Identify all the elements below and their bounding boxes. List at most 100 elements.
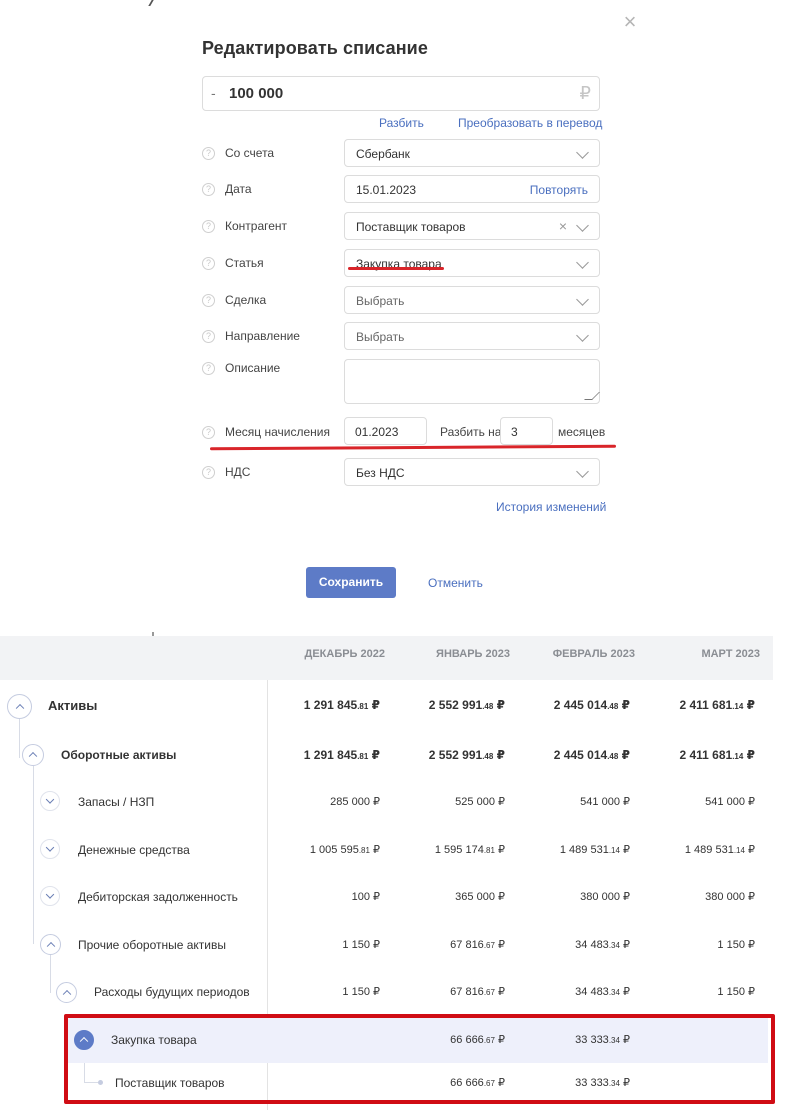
accrual-month-value: 01.2023 [355, 425, 399, 439]
account-select[interactable]: Сбербанк [344, 139, 600, 167]
cell-value: 34 483.34 ₽ [575, 986, 630, 998]
row-label: Денежные средства [78, 843, 190, 857]
help-icon[interactable]: ? [202, 425, 215, 439]
expand-icon[interactable] [40, 791, 60, 811]
cell-value: 67 816.67 ₽ [450, 939, 505, 951]
corner-mark [148, 0, 160, 6]
vat-label: НДС [225, 465, 251, 479]
accrual-month-input[interactable]: 01.2023 [344, 417, 427, 445]
cell-value: 1 489 531.14 ₽ [684, 844, 755, 856]
help-icon[interactable]: ? [202, 146, 215, 160]
cancel-button[interactable]: Отменить [428, 576, 483, 590]
cell-value: 285 000 ₽ [330, 796, 380, 808]
repeat-link[interactable]: Повторять [530, 183, 588, 197]
table-row[interactable]: Активы 1 291 845.81 ₽ 2 552 991.48 ₽ 2 4… [0, 683, 773, 727]
cell-value: 365 000 ₽ [455, 891, 505, 903]
cell-value: 380 000 ₽ [580, 891, 630, 903]
convert-to-transfer-link[interactable]: Преобразовать в перевод [458, 116, 602, 130]
row-label: Прочие оборотные активы [78, 938, 226, 952]
cell-value: 2 552 991.48 ₽ [428, 748, 505, 762]
chevron-down-icon [576, 465, 589, 478]
deal-placeholder: Выбрать [356, 294, 405, 308]
accrual-label: Месяц начисления [225, 425, 331, 439]
deal-label: Сделка [225, 293, 267, 307]
expand-icon[interactable] [40, 886, 60, 906]
close-icon[interactable]: × [620, 11, 640, 33]
date-label: Дата [225, 182, 252, 196]
cell-value: 67 816.67 ₽ [450, 986, 505, 998]
table-header [0, 636, 773, 680]
column-header: ДЕКАБРЬ 2022 [304, 648, 385, 660]
row-label: Расходы будущих периодов [94, 985, 250, 999]
help-icon[interactable]: ? [202, 361, 215, 375]
counterparty-select[interactable]: Поставщик товаров × [344, 212, 600, 240]
table-row[interactable]: Дебиторская задолженность 100 ₽ 365 000 … [0, 875, 773, 919]
column-header: МАРТ 2023 [701, 648, 760, 660]
expand-icon[interactable] [40, 839, 60, 859]
description-textarea[interactable] [344, 359, 600, 404]
deal-label-row: ? Сделка [202, 292, 266, 308]
article-select[interactable]: Закупка товара [344, 249, 600, 277]
date-input[interactable]: 15.01.2023 Повторять [344, 175, 600, 203]
split-months-value: 3 [511, 425, 518, 439]
row-label: Оборотные активы [61, 748, 177, 762]
counterparty-value: Поставщик товаров [356, 220, 466, 234]
cell-value: 2 552 991.48 ₽ [428, 698, 505, 712]
table-row[interactable]: Запасы / НЗП 285 000 ₽ 525 000 ₽ 541 000… [0, 780, 773, 824]
column-header: ФЕВРАЛЬ 2023 [552, 648, 635, 660]
resize-handle-icon[interactable] [584, 392, 600, 400]
help-icon[interactable]: ? [202, 293, 215, 307]
account-value: Сбербанк [356, 147, 410, 161]
amount-sign: - [211, 85, 216, 101]
cell-value: 34 483.34 ₽ [575, 939, 630, 951]
deal-select[interactable]: Выбрать [344, 286, 600, 314]
accrual-label-row: ? Месяц начисления [202, 424, 330, 440]
cell-value: 1 150 ₽ [717, 939, 755, 951]
help-icon[interactable]: ? [202, 329, 215, 343]
table-row[interactable]: Денежные средства 1 005 595.81 ₽ 1 595 1… [0, 828, 773, 872]
cell-value: 2 445 014.48 ₽ [553, 698, 630, 712]
chevron-down-icon [576, 293, 589, 306]
table-row[interactable]: Оборотные активы 1 291 845.81 ₽ 2 552 99… [0, 733, 773, 777]
collapse-icon[interactable] [40, 934, 61, 955]
help-icon[interactable]: ? [202, 182, 215, 196]
row-label: Дебиторская задолженность [78, 890, 238, 904]
vat-value: Без НДС [356, 466, 405, 480]
annotation-underline [209, 444, 617, 451]
split-link[interactable]: Разбить [379, 116, 424, 130]
date-label-row: ? Дата [202, 181, 252, 197]
months-label: месяцев [558, 425, 606, 439]
direction-placeholder: Выбрать [356, 330, 405, 344]
cell-value: 100 ₽ [351, 891, 380, 903]
help-icon[interactable]: ? [202, 219, 215, 233]
collapse-icon[interactable] [7, 694, 32, 719]
collapse-icon[interactable] [56, 982, 77, 1003]
table-row[interactable]: Прочие оборотные активы 1 150 ₽ 67 816.6… [0, 923, 773, 967]
save-button[interactable]: Сохранить [306, 567, 396, 598]
description-label: Описание [225, 361, 281, 375]
help-icon[interactable]: ? [202, 465, 215, 479]
cell-value: 1 005 595.81 ₽ [309, 844, 380, 856]
split-months-input[interactable]: 3 [500, 417, 553, 445]
vat-select[interactable]: Без НДС [344, 458, 600, 486]
counterparty-label: Контрагент [225, 219, 288, 233]
ruble-icon: ₽ [579, 83, 591, 103]
clear-icon[interactable]: × [559, 218, 567, 234]
history-link[interactable]: История изменений [496, 500, 606, 514]
direction-label: Направление [225, 329, 300, 343]
help-icon[interactable]: ? [202, 256, 215, 270]
cell-value: 1 150 ₽ [717, 986, 755, 998]
cell-value: 1 150 ₽ [342, 986, 380, 998]
table-row[interactable]: Расходы будущих периодов 1 150 ₽ 67 816.… [0, 970, 773, 1014]
cell-value: 1 291 845.81 ₽ [303, 698, 380, 712]
direction-select[interactable]: Выбрать [344, 322, 600, 350]
cell-value: 1 595 174.81 ₽ [434, 844, 505, 856]
account-label-row: ? Со счета [202, 145, 274, 161]
account-label: Со счета [225, 146, 275, 160]
amount-field[interactable]: - 100 000 ₽ [202, 76, 600, 111]
annotation-highlight-box [64, 1014, 775, 1104]
cell-value: 2 445 014.48 ₽ [553, 748, 630, 762]
chevron-down-icon [576, 219, 589, 232]
chevron-down-icon [576, 256, 589, 269]
collapse-icon[interactable] [22, 744, 44, 766]
